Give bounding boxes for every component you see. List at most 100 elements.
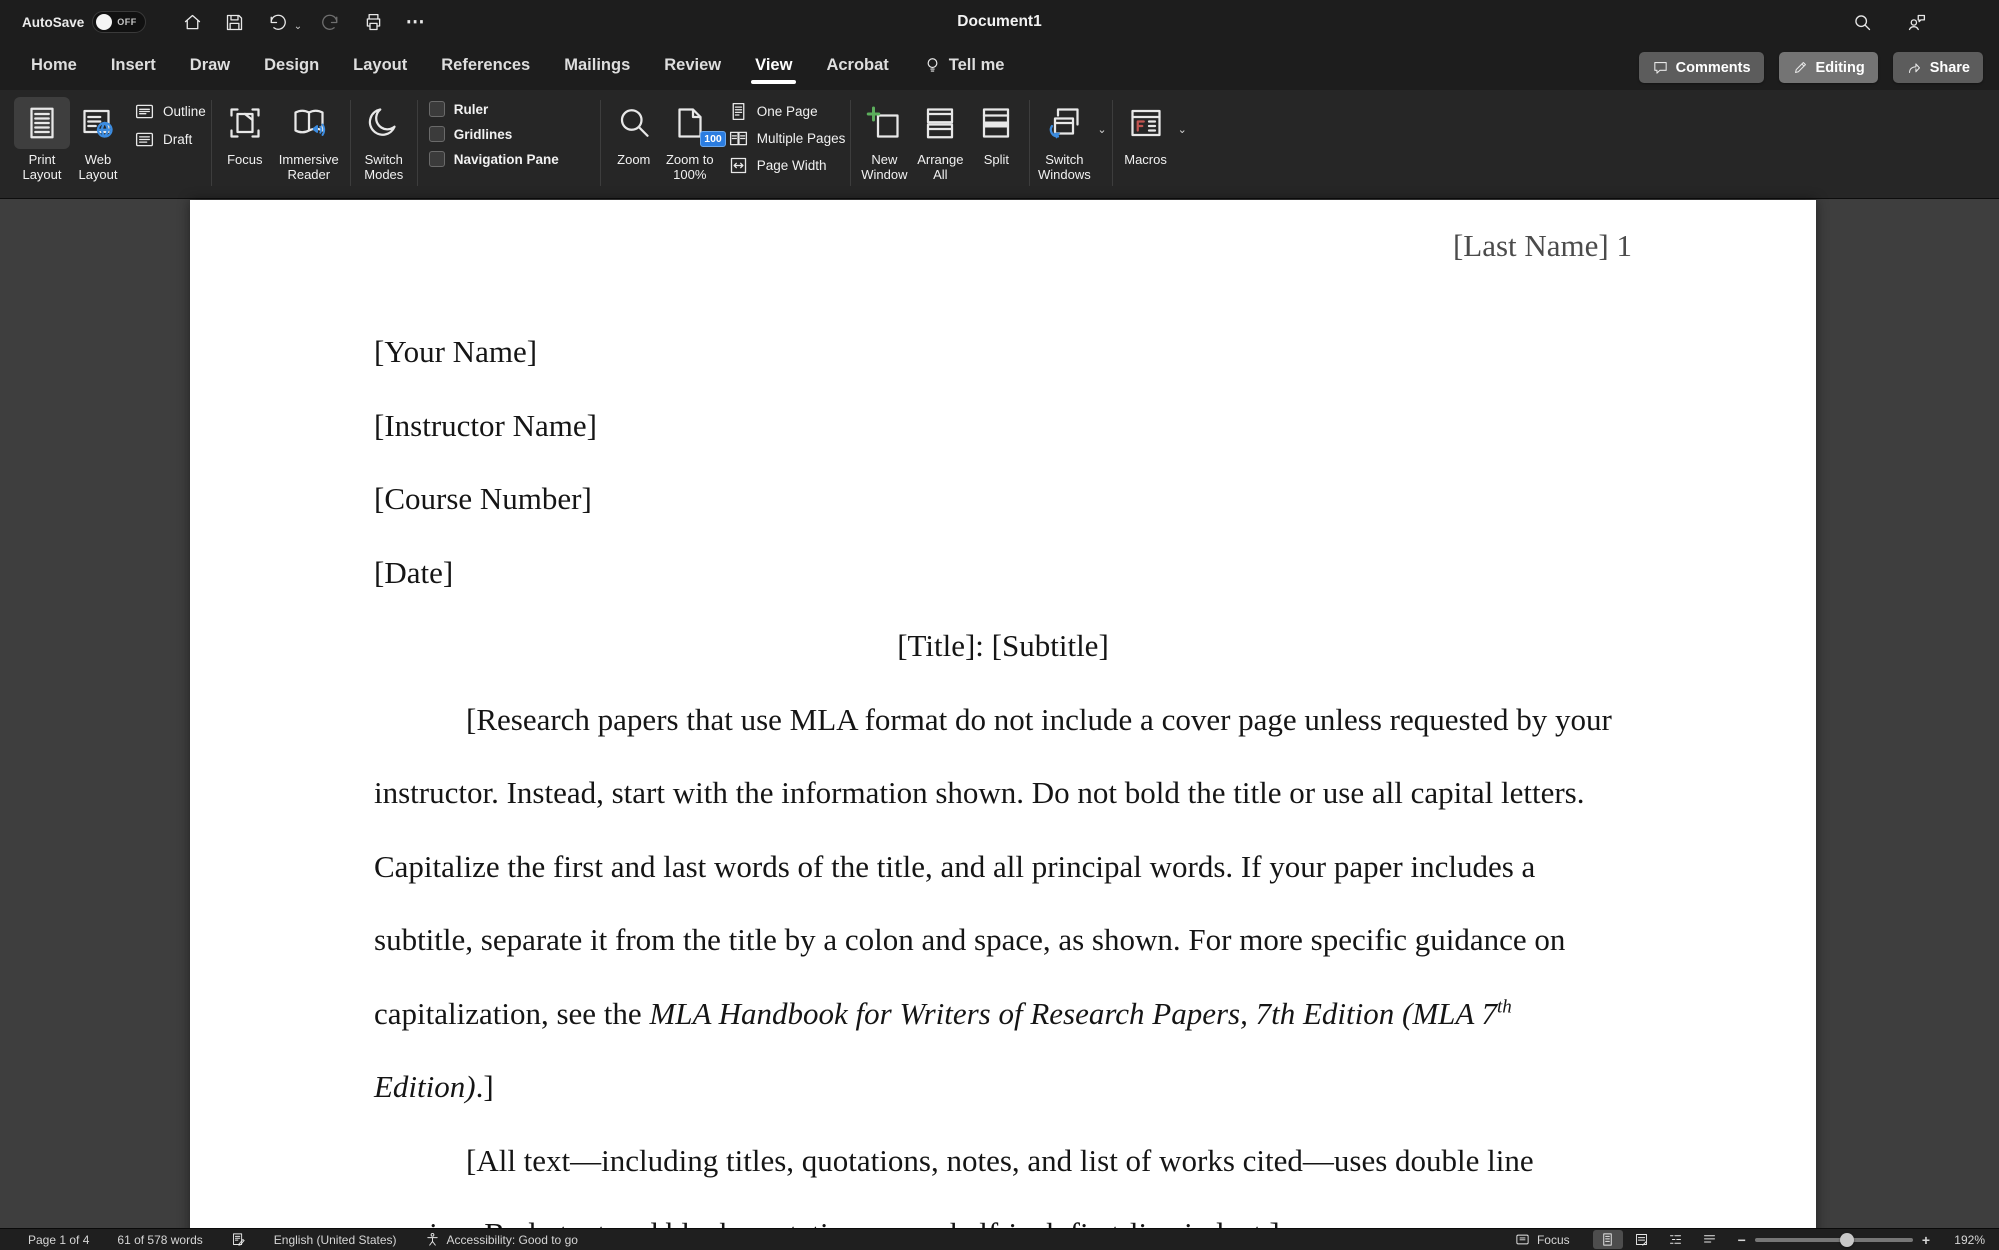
paragraph-1-italic-end: Edition) [374,1069,476,1104]
paragraph-1-text: [Research papers that use MLA format do … [374,701,1612,1031]
draft-button[interactable]: Draft [134,129,206,150]
switch-modes-button[interactable]: Switch Modes [356,90,412,198]
tab-layout[interactable]: Layout [336,46,424,89]
editing-mode-button[interactable]: Editing [1778,52,1878,83]
immersive-reader-button[interactable]: Immersive Reader [273,90,345,198]
tab-references[interactable]: References [424,46,547,89]
paragraph-1[interactable]: [Research papers that use MLA format do … [374,683,1632,1124]
language-status[interactable]: English (United States) [274,1233,397,1247]
tab-draw[interactable]: Draw [173,46,247,89]
macros-button[interactable]: Macros ⌄ [1118,90,1187,198]
tab-tell-me[interactable]: Tell me [906,46,1022,89]
send-feedback-button[interactable] [1903,9,1929,35]
redo-button[interactable] [318,9,344,35]
proofing-status[interactable] [231,1232,246,1247]
outline-button[interactable]: Outline [134,101,206,122]
page-width-label: Page Width [756,158,827,173]
macros-dropdown-chevron-icon[interactable]: ⌄ [1178,123,1187,136]
print-layout-button[interactable]: Print Layout [14,90,70,198]
macros-label: Macros [1124,152,1167,167]
autosave-control[interactable]: AutoSave OFF [22,11,146,33]
comments-button[interactable]: Comments [1638,52,1764,83]
more-commands-button[interactable]: ⋯ [402,9,428,35]
page-header-text[interactable]: [Last Name] 1 [1453,228,1632,264]
ribbon: Print Layout Web Layout Outline Draft Fo… [0,90,1999,199]
print-button[interactable] [360,9,386,35]
tab-view-label: View [755,55,793,74]
zoom-button[interactable]: Zoom [606,90,662,198]
save-icon [227,14,243,30]
switch-windows-dropdown-chevron-icon[interactable]: ⌄ [1097,123,1106,136]
one-page-button[interactable]: One Page [728,101,846,122]
draft-view-button[interactable] [1695,1230,1725,1249]
document-body[interactable]: [Your Name] [Instructor Name] [Course Nu… [374,315,1632,1250]
web-layout-view-button[interactable] [1627,1230,1657,1249]
heading-course-number[interactable]: [Course Number] [374,462,1632,536]
accessibility-status[interactable]: Accessibility: Good to go [425,1232,578,1247]
document-title-line[interactable]: [Title]: [Subtitle] [374,609,1632,683]
undo-dropdown-chevron-icon[interactable]: ⌄ [294,21,302,32]
ribbon-separator [416,100,418,186]
home-button[interactable] [180,9,206,35]
undo-button[interactable] [264,9,290,35]
one-page-icon [732,102,745,121]
autosave-toggle[interactable]: OFF [92,11,146,33]
zoom-slider-thumb[interactable] [1840,1232,1855,1247]
tab-home[interactable]: Home [14,46,94,89]
draft-label: Draft [163,132,193,147]
save-button[interactable] [222,9,248,35]
page-width-button[interactable]: Page Width [728,155,846,176]
more-icon: ⋯ [405,11,425,33]
send-feedback-icon [1908,14,1925,30]
switch-modes-moon-icon [356,97,412,149]
zoom-out-icon[interactable]: − [1738,1232,1746,1248]
ruler-checkbox-box[interactable] [428,101,445,117]
proofing-icon [232,1233,245,1246]
switch-modes-label: Switch Modes [364,152,404,182]
word-count-status[interactable]: 61 of 578 words [117,1233,202,1247]
heading-your-name[interactable]: [Your Name] [374,315,1632,389]
ribbon-separator [1111,100,1113,186]
multiple-pages-button[interactable]: Multiple Pages [728,128,845,149]
comment-icon [1653,62,1667,74]
page-count-status[interactable]: Page 1 of 4 [28,1233,89,1247]
arrange-all-button[interactable]: Arrange All [912,90,968,198]
zoom-slider[interactable]: − + [1738,1232,1930,1248]
heading-instructor-name[interactable]: [Instructor Name] [374,389,1632,463]
document-page[interactable]: [Last Name] 1 [Your Name] [Instructor Na… [190,200,1816,1250]
tab-view[interactable]: View [738,46,809,89]
zoom-label: Zoom [617,152,651,167]
focus-button[interactable]: Focus [217,90,273,198]
print-layout-view-button[interactable] [1592,1230,1623,1249]
accessibility-icon [426,1232,438,1246]
tab-insert[interactable]: Insert [94,46,173,89]
navigation-pane-checkbox-box[interactable] [428,151,445,167]
zoom-percentage[interactable]: 192% [1943,1233,1985,1247]
outline-view-button[interactable] [1661,1230,1691,1249]
web-layout-button[interactable]: Web Layout [70,90,126,198]
tell-me-label: Tell me [948,55,1005,74]
zoom-slider-track[interactable] [1754,1232,1913,1247]
split-button[interactable]: Split [968,90,1024,198]
navigation-pane-checkbox[interactable]: Navigation Pane [428,151,595,167]
web-layout-view-icon [1636,1234,1648,1246]
gridlines-checkbox[interactable]: Gridlines [428,126,595,142]
zoom-100-badge: 100 [700,131,726,147]
share-icon [1908,63,1920,73]
draft-view-icon [1704,1235,1716,1243]
ruler-checkbox[interactable]: Ruler [428,101,595,117]
switch-windows-button[interactable]: Switch Windows ⌄ [1035,90,1107,198]
gridlines-checkbox-box[interactable] [428,126,445,142]
focus-mode-button[interactable]: Focus [1515,1232,1570,1247]
heading-date[interactable]: [Date] [374,536,1632,610]
zoom-in-icon[interactable]: + [1922,1232,1930,1248]
new-window-button[interactable]: New Window [856,90,912,198]
tab-review[interactable]: Review [647,46,738,89]
zoom-to-100-button[interactable]: 100 Zoom to 100% [662,90,726,198]
share-button[interactable]: Share [1892,52,1983,83]
tab-design[interactable]: Design [247,46,336,89]
tab-mailings[interactable]: Mailings [547,46,647,89]
tab-acrobat[interactable]: Acrobat [809,46,905,89]
search-button[interactable] [1849,9,1875,35]
autosave-label: AutoSave [22,14,85,30]
